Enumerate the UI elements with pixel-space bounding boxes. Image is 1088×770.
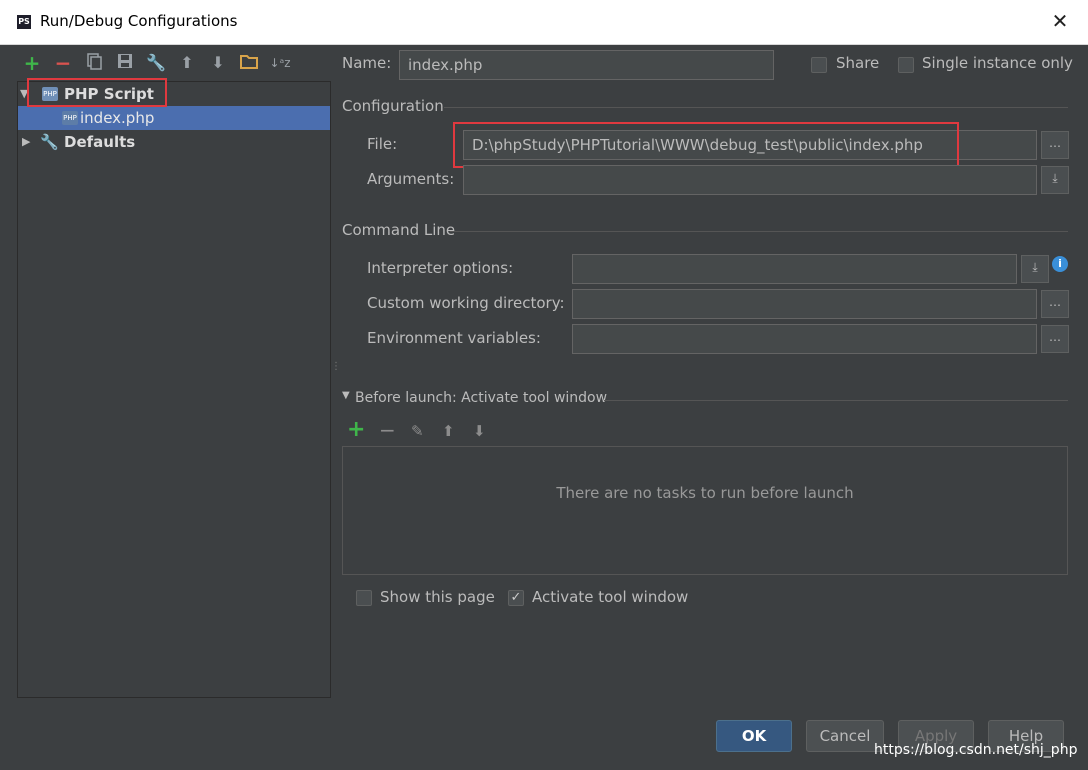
collapse-triangle-icon[interactable]: ▶ (22, 130, 34, 154)
save-icon[interactable] (114, 52, 136, 74)
command-line-header: Command Line (342, 221, 456, 239)
tree-item-label: Defaults (64, 133, 136, 151)
window-title: Run/Debug Configurations (40, 12, 238, 30)
copy-icon[interactable] (83, 52, 105, 74)
ok-button[interactable]: OK (716, 720, 792, 752)
separator (450, 231, 1068, 232)
tree-item-defaults[interactable]: ▶ 🔧 Defaults (18, 130, 330, 154)
name-label: Name: (342, 54, 392, 72)
name-input[interactable]: index.php (399, 50, 774, 80)
interpreter-options-label: Interpreter options: (367, 259, 514, 277)
add-task-icon[interactable]: + (347, 418, 365, 442)
separator (444, 107, 1068, 108)
separator (604, 400, 1068, 401)
browse-directory-button[interactable]: … (1041, 290, 1069, 318)
working-directory-input[interactable] (572, 289, 1037, 319)
sort-az-icon[interactable]: ↓ᵃz (269, 52, 291, 74)
activate-tool-window-checkbox[interactable]: ✓ (508, 590, 524, 606)
share-label: Share (836, 54, 880, 72)
remove-task-icon[interactable]: − (379, 418, 396, 442)
browse-file-button[interactable]: … (1041, 131, 1069, 159)
splitter-handle[interactable]: ⋮ (331, 362, 341, 372)
environment-variables-label: Environment variables: (367, 329, 541, 347)
highlight-box (27, 78, 167, 107)
expand-editor-icon[interactable]: ⤓ (1021, 255, 1049, 283)
add-icon[interactable]: + (21, 52, 43, 74)
arrow-up-icon[interactable]: ⬆ (176, 52, 198, 74)
environment-variables-input[interactable] (572, 324, 1037, 354)
single-instance-checkbox[interactable] (898, 57, 914, 73)
tree-item-index-php[interactable]: PHP index.php (18, 106, 330, 130)
collapse-triangle-icon[interactable]: ▼ (342, 390, 350, 401)
arguments-input[interactable] (463, 165, 1037, 195)
single-instance-label: Single instance only (922, 54, 1073, 72)
edit-task-icon[interactable]: ✎ (411, 420, 424, 442)
wrench-icon[interactable]: 🔧 (145, 52, 167, 74)
folder-icon[interactable] (238, 52, 260, 74)
activate-tool-window-label: Activate tool window (532, 588, 689, 606)
tree-item-label: index.php (80, 109, 155, 127)
configuration-tree[interactable]: ▼ PHP PHP Script PHP index.php ▶ 🔧 Defau… (17, 81, 331, 698)
interpreter-options-input[interactable] (572, 254, 1017, 284)
phpstorm-logo-icon: PS (17, 15, 31, 29)
remove-icon[interactable]: − (52, 52, 74, 74)
configuration-header: Configuration (342, 97, 444, 115)
file-label: File: (367, 135, 398, 153)
cancel-button[interactable]: Cancel (806, 720, 884, 752)
edit-environment-button[interactable]: … (1041, 325, 1069, 353)
highlight-box (453, 122, 959, 168)
show-this-page-checkbox[interactable] (356, 590, 372, 606)
arguments-label: Arguments: (367, 170, 455, 188)
show-this-page-label: Show this page (380, 588, 495, 606)
arrow-down-icon[interactable]: ⬇ (207, 52, 229, 74)
php-file-icon: PHP (62, 111, 78, 125)
empty-tasks-message: There are no tasks to run before launch (556, 484, 854, 502)
close-icon[interactable]: ✕ (1048, 6, 1072, 36)
info-icon[interactable]: i (1052, 256, 1068, 272)
move-down-icon[interactable]: ⬇ (473, 420, 486, 442)
wrench-icon: 🔧 (40, 133, 59, 151)
working-directory-label: Custom working directory: (367, 294, 565, 312)
expand-editor-icon[interactable]: ⤓ (1041, 166, 1069, 194)
before-launch-task-list[interactable] (342, 446, 1068, 575)
move-up-icon[interactable]: ⬆ (442, 420, 455, 442)
before-launch-header[interactable]: Before launch: Activate tool window (355, 390, 607, 406)
share-checkbox[interactable] (811, 57, 827, 73)
watermark-text: https://blog.csdn.net/shj_php (874, 742, 1078, 758)
